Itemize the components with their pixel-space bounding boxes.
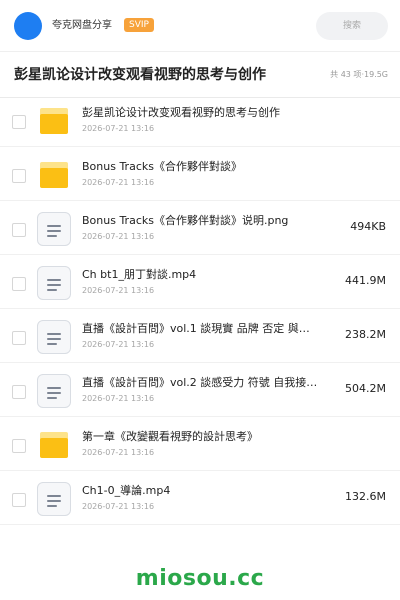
file-size: 504.2M: [345, 382, 386, 395]
row-checkbox[interactable]: [12, 331, 26, 345]
file-date: 2026-07-21 13:16: [82, 286, 155, 295]
watermark-text: miosou.cc: [135, 566, 265, 591]
file-size: 494KB: [350, 220, 386, 233]
file-name[interactable]: Ch bt1_朋丁對談.mp4: [82, 267, 322, 282]
file-row[interactable]: Ch1-0_導論.mp4 2026-07-21 13:16 132.6M: [0, 471, 400, 525]
file-size: 238.2M: [345, 328, 386, 341]
document-icon: [37, 320, 71, 354]
avatar[interactable]: [14, 12, 42, 40]
file-date: 2026-07-21 13:16: [82, 394, 155, 403]
document-icon: [37, 374, 71, 408]
file-row[interactable]: Ch bt1_朋丁對談.mp4 2026-07-21 13:16 441.9M: [0, 255, 400, 309]
document-icon: [37, 482, 71, 516]
document-icon: [37, 212, 71, 246]
folder-icon: [40, 432, 68, 458]
document-icon: [37, 266, 71, 300]
file-date: 2026-07-21 13:16: [82, 124, 155, 133]
share-title: 彭星凯论设计改变观看视野的思考与创作: [14, 67, 266, 83]
row-checkbox[interactable]: [12, 277, 26, 291]
row-checkbox[interactable]: [12, 385, 26, 399]
file-name[interactable]: Bonus Tracks《合作夥伴對談》说明.png: [82, 213, 322, 228]
file-name[interactable]: 直播《設計百問》vol.1 談現實 品牌 否定 與…: [82, 321, 322, 336]
search-input[interactable]: [316, 12, 388, 40]
folder-icon: [40, 162, 68, 188]
total-size: 19.5G: [363, 70, 388, 79]
row-checkbox[interactable]: [12, 223, 26, 237]
row-checkbox[interactable]: [12, 115, 26, 129]
file-row[interactable]: 彭星凯论设计改变观看视野的思考与创作 2026-07-21 13:16: [0, 93, 400, 147]
file-date: 2026-07-21 13:16: [82, 178, 155, 187]
file-row[interactable]: 第一章《改變觀看視野的設計思考》 2026-07-21 13:16: [0, 417, 400, 471]
file-date: 2026-07-21 13:16: [82, 448, 155, 457]
svip-badge: SVIP: [124, 18, 154, 32]
row-checkbox[interactable]: [12, 439, 26, 453]
share-meta: 共 43 项 · 19.5G: [330, 69, 388, 81]
file-row[interactable]: Bonus Tracks《合作夥伴對談》 2026-07-21 13:16: [0, 147, 400, 201]
folder-icon: [40, 108, 68, 134]
file-name[interactable]: Bonus Tracks《合作夥伴對談》: [82, 159, 322, 174]
file-row[interactable]: 直播《設計百問》vol.1 談現實 品牌 否定 與… 2026-07-21 13:…: [0, 309, 400, 363]
file-name[interactable]: 第一章《改變觀看視野的設計思考》: [82, 429, 322, 444]
file-size: 132.6M: [345, 490, 386, 503]
file-list: 彭星凯论设计改变观看视野的思考与创作 2026-07-21 13:16 Bonus …: [0, 93, 400, 525]
row-checkbox[interactable]: [12, 493, 26, 507]
share-header: 彭星凯论设计改变观看视野的思考与创作 共 43 项 · 19.5G: [0, 52, 400, 98]
file-size: 441.9M: [345, 274, 386, 287]
file-row[interactable]: 直播《設計百問》vol.2 談感受力 符號 自我接… 2026-07-21 13:…: [0, 363, 400, 417]
item-count: 共 43 项: [330, 70, 362, 79]
file-row[interactable]: Bonus Tracks《合作夥伴對談》说明.png 2026-07-21 13:…: [0, 201, 400, 255]
top-bar: 夸克网盘分享 SVIP: [0, 0, 400, 52]
file-name[interactable]: 彭星凯论设计改变观看视野的思考与创作: [82, 105, 322, 120]
file-date: 2026-07-21 13:16: [82, 340, 155, 349]
row-checkbox[interactable]: [12, 169, 26, 183]
owner-name: 夸克网盘分享: [52, 20, 112, 31]
file-date: 2026-07-21 13:16: [82, 502, 155, 511]
file-name[interactable]: 直播《設計百問》vol.2 談感受力 符號 自我接…: [82, 375, 322, 390]
file-date: 2026-07-21 13:16: [82, 232, 155, 241]
file-name[interactable]: Ch1-0_導論.mp4: [82, 483, 322, 498]
